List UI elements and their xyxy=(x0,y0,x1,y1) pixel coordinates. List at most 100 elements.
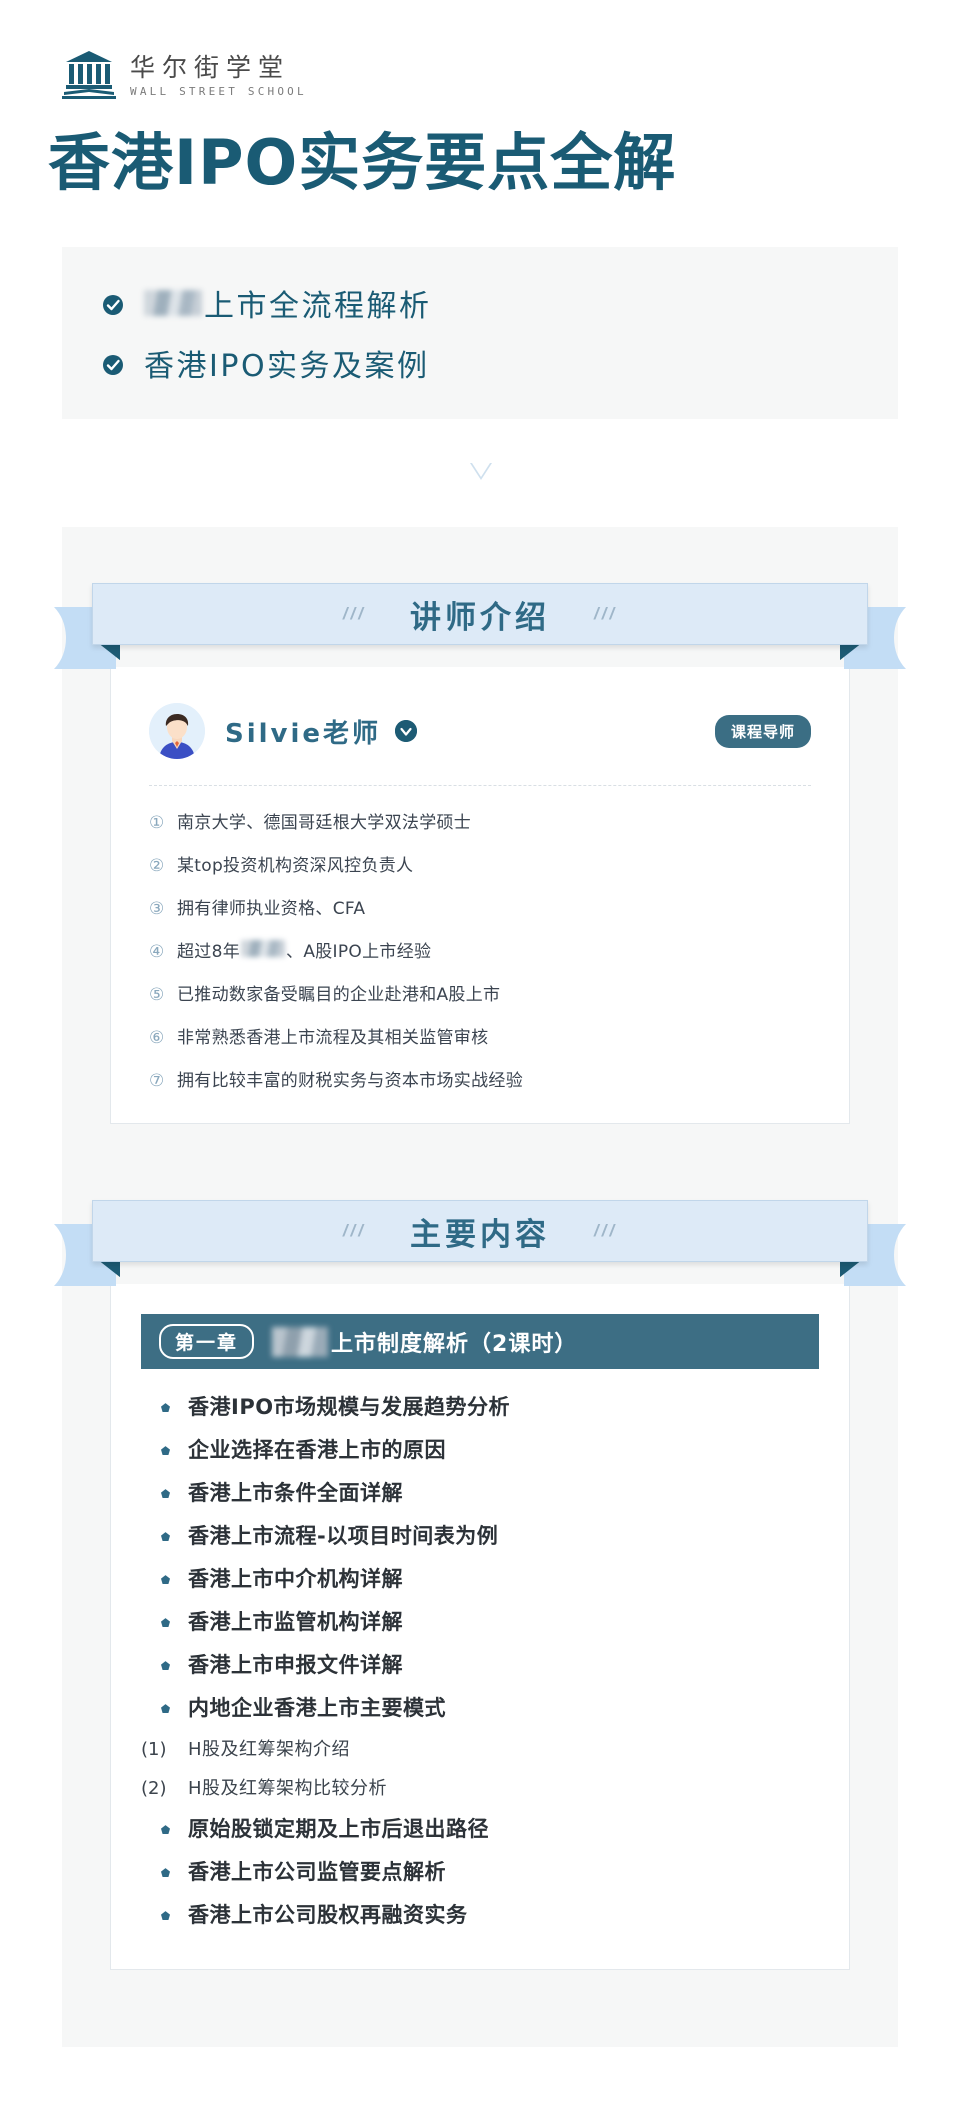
topic-subitem: (1) H股及红筹架构介绍 xyxy=(141,1735,819,1761)
highlight-label: 上市全流程解析 xyxy=(204,289,432,325)
check-circle-icon xyxy=(102,294,124,316)
bio-item: ⑦ 拥有比较丰富的财税实务与资本市场实战经验 xyxy=(149,1066,811,1091)
check-circle-icon xyxy=(102,354,124,376)
highlight-item: 上市全流程解析 xyxy=(102,281,898,325)
bio-item: ⑤ 已推动数家备受瞩目的企业赴港和A股上市 xyxy=(149,980,811,1005)
highlights-box: 上市全流程解析 香港IPO实务及案例 xyxy=(62,247,898,420)
bio-item: ⑥ 非常熟悉香港上市流程及其相关监管审核 xyxy=(149,1023,811,1048)
pentagon-bullet-icon xyxy=(161,1489,170,1499)
topic-label: 香港上市监管机构详解 xyxy=(188,1610,403,1635)
pentagon-bullet-icon xyxy=(161,1868,170,1878)
redacted-block xyxy=(272,1326,329,1357)
bio-number: ⑥ xyxy=(149,1028,165,1049)
ribbon-decor-right: /// xyxy=(594,1221,618,1241)
topic-item: 香港上市中介机构详解 xyxy=(141,1563,819,1593)
bio-item: ② 某top投资机构资深风控负责人 xyxy=(149,851,811,876)
topic-label: H股及红筹架构介绍 xyxy=(188,1739,351,1761)
pentagon-bullet-icon xyxy=(161,1911,170,1921)
bio-text: 非常熟悉香港上市流程及其相关监管审核 xyxy=(177,1028,489,1049)
topic-item: 企业选择在香港上市的原因 xyxy=(141,1434,819,1464)
pentagon-bullet-icon xyxy=(161,1403,170,1413)
ribbon-decor-right: /// xyxy=(594,604,618,624)
topic-label: H股及红筹架构比较分析 xyxy=(188,1778,388,1800)
pentagon-bullet-icon xyxy=(161,1618,170,1628)
pentagon-bullet-icon xyxy=(161,1704,170,1714)
topic-label: 内地企业香港上市主要模式 xyxy=(188,1696,446,1721)
topic-sub-number: (1) xyxy=(141,1739,167,1761)
bio-number: ③ xyxy=(149,899,165,920)
topic-label: 香港上市申报文件详解 xyxy=(188,1653,403,1678)
instructor-banner-title: 讲师介绍 xyxy=(410,599,550,636)
topic-label: 香港上市中介机构详解 xyxy=(188,1567,403,1592)
person-avatar-icon xyxy=(149,703,205,760)
topic-label: 香港上市公司监管要点解析 xyxy=(188,1860,446,1885)
content-section-banner: /// 主要内容 /// xyxy=(54,1196,906,1287)
brand-logo: 华尔街学堂 WALL STREET SCHOOL xyxy=(0,0,960,100)
chapter-label: 第一章 xyxy=(159,1324,255,1360)
instructor-name: Silvie老师 xyxy=(225,718,382,749)
topic-item: 原始股锁定期及上市后退出路径 xyxy=(141,1813,819,1843)
bio-text: 拥有比较丰富的财税实务与资本市场实战经验 xyxy=(177,1071,523,1092)
topic-item: 香港上市条件全面详解 xyxy=(141,1477,819,1507)
topic-item: 香港IPO市场规模与发展趋势分析 xyxy=(141,1391,819,1421)
bio-item: ① 南京大学、德国哥廷根大学双法学硕士 xyxy=(149,808,811,833)
chapter-title-text: 上市制度解析（2课时） xyxy=(331,1331,578,1357)
brand-name-en: WALL STREET SCHOOL xyxy=(130,85,307,98)
topic-label: 香港上市公司股权再融资实务 xyxy=(188,1903,468,1928)
ribbon-decor-left: /// xyxy=(342,1221,366,1241)
brand-name-cn: 华尔街学堂 xyxy=(130,53,291,82)
ribbon-body: /// 主要内容 /// xyxy=(92,1200,868,1263)
topic-subitem: (2) H股及红筹架构比较分析 xyxy=(141,1774,819,1800)
topic-item: 香港上市监管机构详解 xyxy=(141,1606,819,1636)
bio-number: ⑤ xyxy=(149,985,165,1006)
bio-item: ③ 拥有律师执业资格、CFA xyxy=(149,894,811,919)
bio-text: 某top投资机构资深风控负责人 xyxy=(177,856,414,877)
ribbon-body: /// 讲师介绍 /// xyxy=(92,583,868,646)
topic-item: 香港上市公司股权再融资实务 xyxy=(141,1899,819,1929)
bank-columns-icon xyxy=(62,48,116,100)
instructor-card: Silvie老师 课程导师 ① 南京大学、德国哥廷根大学双法学硕士 ② 某top… xyxy=(110,667,850,1125)
topic-sub-number: (2) xyxy=(141,1778,167,1800)
pentagon-bullet-icon xyxy=(161,1446,170,1456)
page-title: 香港IPO实务要点全解 xyxy=(48,126,677,199)
highlight-text: 香港IPO实务及案例 xyxy=(144,341,430,385)
highlight-text: 上市全流程解析 xyxy=(144,281,432,325)
bio-number: ⑦ xyxy=(149,1071,165,1092)
divider-line xyxy=(149,785,811,787)
bio-text-after: 、A股IPO上市经验 xyxy=(286,942,432,963)
bio-number: ④ xyxy=(149,942,165,963)
topic-label: 香港IPO市场规模与发展趋势分析 xyxy=(188,1395,511,1420)
bio-number: ② xyxy=(149,856,165,877)
chapter-header: 第一章 上市制度解析（2课时） xyxy=(141,1314,819,1370)
highlight-item: 香港IPO实务及案例 xyxy=(102,341,898,385)
topic-item: 香港上市公司监管要点解析 xyxy=(141,1856,819,1886)
pentagon-bullet-icon xyxy=(161,1825,170,1835)
bio-text: 已推动数家备受瞩目的企业赴港和A股上市 xyxy=(177,985,501,1006)
bio-text: 南京大学、德国哥廷根大学双法学硕士 xyxy=(177,813,472,834)
ribbon-decor-left: /// xyxy=(342,604,366,624)
bio-text-before: 超过8年 xyxy=(177,942,241,963)
bio-number: ① xyxy=(149,813,165,834)
topic-item: 内地企业香港上市主要模式 xyxy=(141,1692,819,1722)
redacted-block xyxy=(144,290,202,317)
pentagon-bullet-icon xyxy=(161,1532,170,1542)
instructor-role-badge: 课程导师 xyxy=(714,714,811,748)
chapter-title: 上市制度解析（2课时） xyxy=(272,1326,577,1358)
topic-label: 香港上市流程-以项目时间表为例 xyxy=(188,1524,499,1549)
pentagon-bullet-icon xyxy=(161,1575,170,1585)
highlight-label: 香港IPO实务及案例 xyxy=(144,349,430,385)
chapter-card: 第一章 上市制度解析（2课时） 香港IPO市场规模与发展趋势分析 企业选择在香港… xyxy=(110,1284,850,1971)
content-banner-title: 主要内容 xyxy=(410,1216,550,1253)
verified-check-icon xyxy=(395,720,418,743)
topic-label: 企业选择在香港上市的原因 xyxy=(188,1438,446,1463)
topic-label: 香港上市条件全面详解 xyxy=(188,1481,403,1506)
topic-item: 香港上市流程-以项目时间表为例 xyxy=(141,1520,819,1550)
instructor-section-banner: /// 讲师介绍 /// xyxy=(54,579,906,670)
section-divider xyxy=(0,419,960,527)
content-area: /// 讲师介绍 /// Silvie老师 课程导师 ① 南京大学、德国哥廷根大… xyxy=(54,527,906,2048)
topic-item: 香港上市申报文件详解 xyxy=(141,1649,819,1679)
topic-label: 原始股锁定期及上市后退出路径 xyxy=(188,1817,489,1842)
instructor-header: Silvie老师 课程导师 xyxy=(149,703,811,760)
redacted-block xyxy=(241,940,286,958)
pentagon-bullet-icon xyxy=(161,1661,170,1671)
